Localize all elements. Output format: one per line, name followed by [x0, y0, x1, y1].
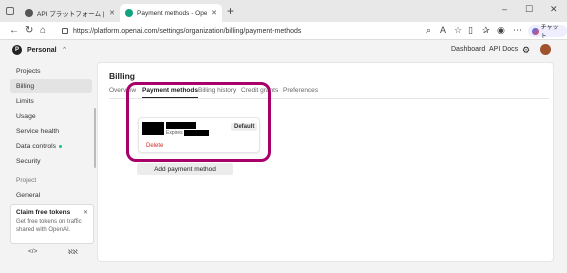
back-icon[interactable]: ←: [9, 25, 19, 36]
user-avatar[interactable]: [540, 44, 551, 55]
highlight-annotation: [126, 82, 271, 162]
browser-tab-api-platform[interactable]: API プラットフォーム | OpenAI ✕: [20, 4, 120, 22]
close-tab-icon[interactable]: ✕: [211, 9, 217, 17]
org-name: Personal: [27, 46, 57, 54]
profile-icon[interactable]: ◉: [497, 25, 505, 36]
chevron-updown-icon: ⌃: [61, 47, 68, 54]
sidebar-item-data-controls[interactable]: Data controls: [10, 139, 92, 153]
gear-icon[interactable]: ⚙: [522, 45, 530, 56]
sidebar-scrollbar[interactable]: [94, 108, 96, 168]
sidebar-item-general[interactable]: General: [10, 188, 92, 202]
openai-favicon-icon: [125, 9, 133, 17]
maximize-icon[interactable]: ☐: [525, 4, 533, 15]
copilot-chat-button[interactable]: チャット: [528, 25, 567, 40]
app-header: P Personal ⌃ Dashboard API Docs ⚙: [0, 40, 567, 60]
browser-toolbar: ← ↻ ⌂ https://platform.openai.com/settin…: [0, 22, 567, 40]
promo-title: Claim free tokens: [16, 209, 71, 216]
settings-sidebar: Projects Billing Limits Usage Service he…: [6, 62, 96, 262]
add-payment-method-button[interactable]: Add payment method: [137, 163, 233, 175]
lock-icon: [62, 28, 68, 34]
address-bar[interactable]: https://platform.openai.com/settings/org…: [56, 24, 416, 38]
new-tab-button[interactable]: +: [227, 4, 234, 18]
org-avatar: P: [12, 45, 22, 55]
browser-tab-payment-methods[interactable]: Payment methods - OpenAI API ✕: [120, 4, 222, 22]
status-dot: [59, 144, 63, 148]
community-icon[interactable]: ℵℵ: [68, 248, 78, 256]
sidebar-section-project: Project: [16, 177, 37, 184]
minimize-icon[interactable]: –: [502, 4, 507, 14]
close-window-icon[interactable]: ✕: [550, 4, 558, 15]
close-icon[interactable]: ✕: [83, 209, 88, 216]
tab-title: API プラットフォーム | OpenAI: [37, 11, 105, 18]
search-icon[interactable]: ⌕: [426, 25, 431, 36]
split-screen-icon[interactable]: ▯: [468, 25, 473, 36]
tab-title: Payment methods - OpenAI API: [137, 9, 208, 17]
refresh-icon[interactable]: ↻: [25, 25, 33, 36]
url-text: https://platform.openai.com/settings/org…: [73, 27, 302, 35]
api-docs-link[interactable]: API Docs: [489, 46, 518, 53]
tab-actions-icon[interactable]: [6, 7, 14, 15]
close-tab-icon[interactable]: ✕: [109, 9, 115, 17]
more-icon[interactable]: ⋯: [513, 25, 522, 36]
openai-favicon-icon: [25, 9, 33, 17]
sidebar-item-usage[interactable]: Usage: [10, 109, 92, 123]
browser-tab-bar: API プラットフォーム | OpenAI ✕ Payment methods …: [0, 0, 567, 22]
sidebar-item-billing[interactable]: Billing: [10, 79, 92, 93]
copilot-icon: [532, 27, 539, 35]
read-aloud-icon[interactable]: A: [440, 25, 446, 35]
sidebar-item-security[interactable]: Security: [10, 154, 92, 168]
home-icon[interactable]: ⌂: [40, 25, 46, 36]
sidebar-item-projects[interactable]: Projects: [10, 64, 92, 78]
sidebar-item-limits[interactable]: Limits: [10, 94, 92, 108]
favorites-icon[interactable]: ✰: [482, 25, 490, 36]
page-title: Billing: [109, 71, 135, 81]
code-icon[interactable]: </>: [28, 248, 37, 255]
promo-text: Get free tokens on traffic shared with O…: [16, 219, 82, 233]
organization-switcher[interactable]: P Personal ⌃: [12, 45, 67, 55]
favorite-icon[interactable]: ☆: [454, 25, 462, 36]
sidebar-item-service-health[interactable]: Service health: [10, 124, 92, 138]
tab-preferences[interactable]: Preferences: [283, 87, 318, 94]
claim-free-tokens-card[interactable]: Claim free tokens Get free tokens on tra…: [10, 204, 94, 244]
dashboard-link[interactable]: Dashboard: [451, 46, 485, 53]
